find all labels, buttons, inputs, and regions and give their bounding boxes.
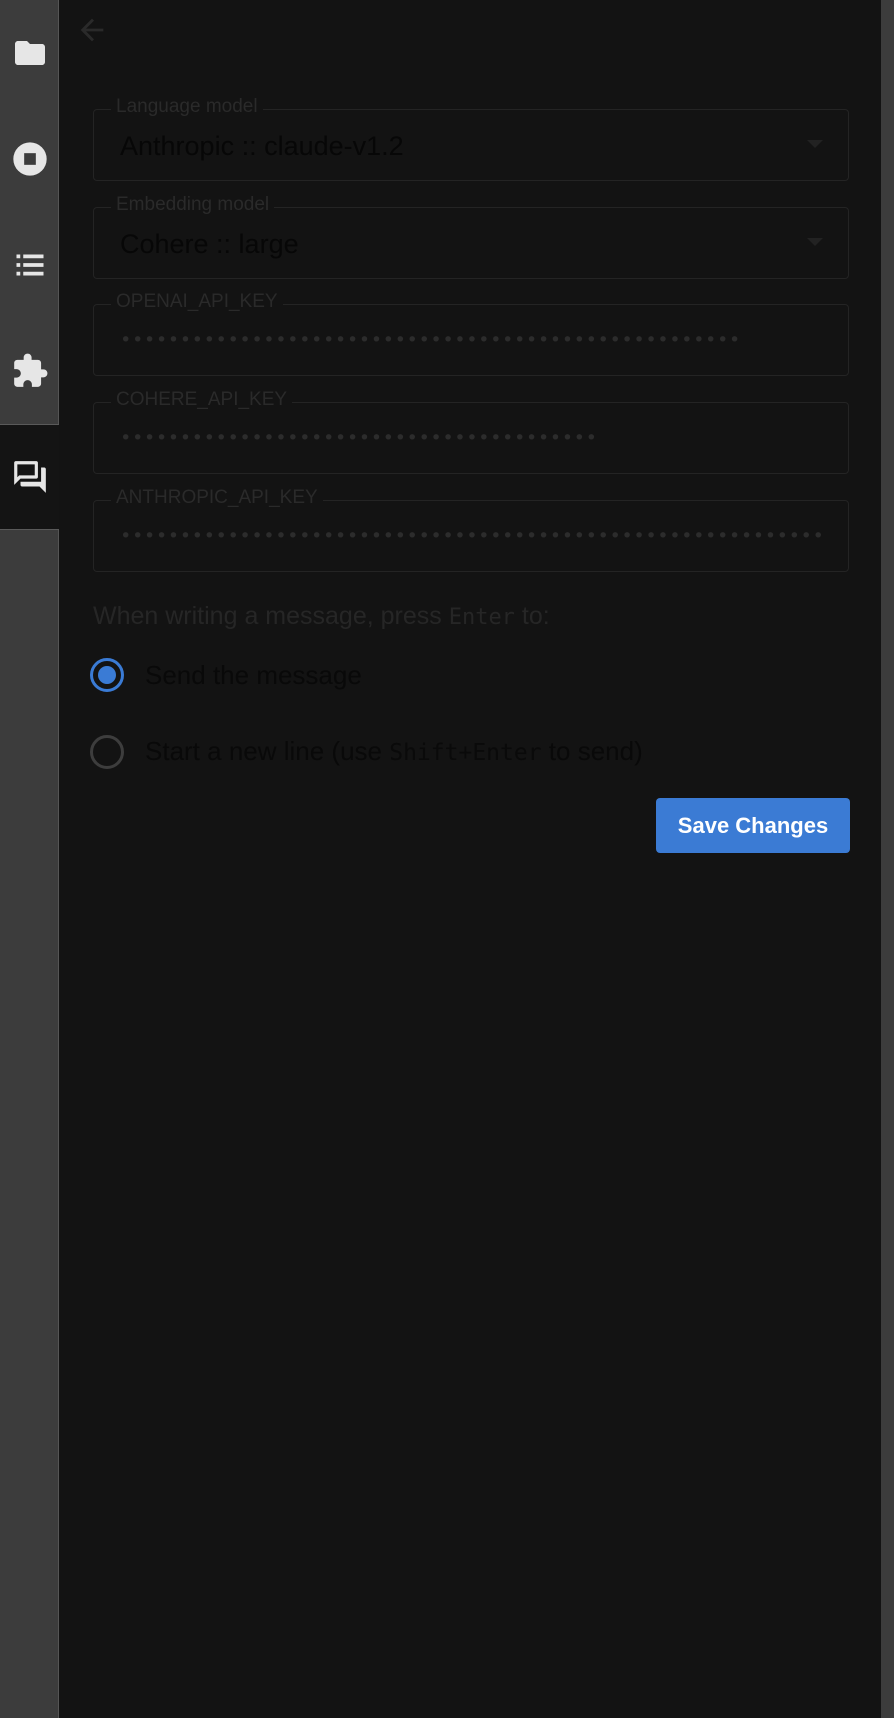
enter-key-label: Enter [448, 605, 515, 630]
puzzle-icon [13, 353, 47, 387]
save-changes-button[interactable]: Save Changes [656, 798, 850, 853]
enter-behavior-prompt: When writing a message, press Enter to: [93, 600, 550, 634]
embedding-model-value: Cohere :: large [120, 229, 299, 259]
right-edge-scrollbar [881, 0, 894, 1718]
dropdown-arrow-icon [807, 140, 823, 148]
sidebar-item-toc[interactable] [0, 212, 59, 318]
new-line-label: Start a new line (use Shift+Enter to sen… [145, 735, 643, 769]
sidebar-item-running[interactable] [0, 106, 59, 212]
dropdown-arrow-icon [807, 238, 823, 246]
anthropic-api-key-input[interactable]: ••••••••••••••••••••••••••••••••••••••••… [120, 525, 822, 547]
new-line-label-suffix: to send) [541, 736, 643, 766]
new-line-radio[interactable] [90, 735, 124, 769]
enter-prompt-text: When writing a message, press [93, 602, 449, 630]
arrow-left-icon [80, 18, 104, 42]
settings-panel: Language model Anthropic :: claude-v1.2 … [60, 0, 881, 1718]
cohere-api-key-input[interactable]: •••••••••••••••••••••••••••••••••••••••• [120, 427, 822, 449]
send-message-radio[interactable] [90, 658, 124, 692]
back-button[interactable] [72, 10, 112, 50]
language-model-value: Anthropic :: claude-v1.2 [120, 131, 404, 161]
embedding-model-label: Embedding model [111, 193, 275, 217]
openai-api-key-label: OPENAI_API_KEY [111, 290, 283, 314]
cohere-api-key-field[interactable]: COHERE_API_KEY •••••••••••••••••••••••••… [93, 388, 849, 474]
sidebar-item-extensions[interactable] [0, 318, 59, 424]
openai-api-key-field[interactable]: OPENAI_API_KEY •••••••••••••••••••••••••… [93, 290, 849, 376]
stop-circle-icon [12, 142, 47, 176]
list-icon [16, 254, 43, 276]
new-line-option[interactable]: Start a new line (use Shift+Enter to sen… [90, 732, 643, 772]
folder-icon [14, 41, 45, 65]
chat-icon [13, 461, 46, 493]
openai-api-key-input[interactable]: ••••••••••••••••••••••••••••••••••••••••… [120, 329, 822, 351]
anthropic-api-key-label: ANTHROPIC_API_KEY [111, 486, 323, 510]
sidebar-item-files[interactable] [0, 0, 59, 106]
enter-prompt-suffix: to: [514, 602, 550, 630]
sidebar-item-chat[interactable] [0, 424, 59, 530]
language-model-select[interactable]: Language model Anthropic :: claude-v1.2 [93, 95, 849, 181]
anthropic-api-key-field[interactable]: ANTHROPIC_API_KEY ••••••••••••••••••••••… [93, 486, 849, 572]
send-message-option[interactable]: Send the message [90, 655, 362, 695]
new-line-label-text: Start a new line (use [145, 736, 390, 766]
send-message-label: Send the message [145, 660, 362, 690]
shift-enter-key-label: Shift+Enter [389, 740, 542, 766]
embedding-model-select[interactable]: Embedding model Cohere :: large [93, 193, 849, 279]
sidebar [0, 0, 59, 1718]
cohere-api-key-label: COHERE_API_KEY [111, 388, 293, 412]
language-model-label: Language model [111, 95, 263, 119]
